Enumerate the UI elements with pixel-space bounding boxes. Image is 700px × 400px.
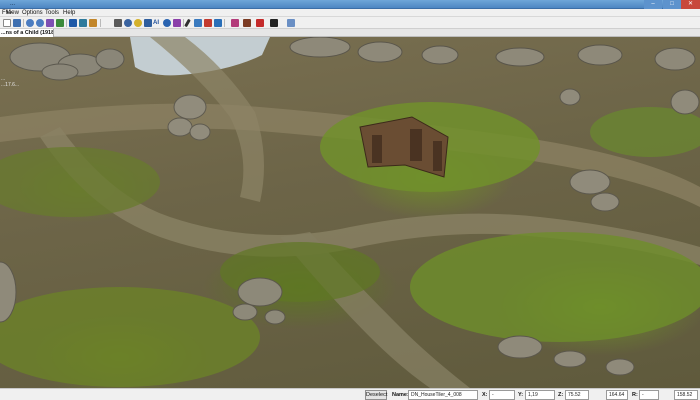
layer-icon[interactable] (89, 19, 97, 27)
viewport-stats: ... ...17.6... (1, 76, 19, 88)
3d-viewport[interactable]: ... ...17.6... (0, 37, 700, 388)
terrain-icon[interactable] (56, 19, 64, 27)
viewport-stat-line: ...17.6... (1, 82, 20, 88)
document-tab-strip: ...ns of a Child (1918x927) (0, 29, 700, 37)
shield-icon[interactable] (214, 19, 222, 27)
name-label: Name: (392, 392, 409, 398)
close-icon: ✕ (687, 1, 694, 7)
deselect-button[interactable]: Deselect (365, 390, 387, 400)
object-icon[interactable] (114, 19, 122, 27)
redo-icon[interactable] (36, 19, 44, 27)
cliff-ridge (289, 37, 696, 71)
toolbar-separator (23, 19, 24, 27)
grass-patch (410, 232, 700, 342)
grid-icon[interactable] (144, 19, 152, 27)
scale-field[interactable]: 164.64 (606, 390, 628, 400)
rock-cluster (9, 42, 125, 81)
settings-icon[interactable] (270, 19, 278, 27)
r-label: R: (632, 392, 638, 398)
menu-tools[interactable]: Tools (45, 9, 59, 17)
r-field[interactable]: - (639, 390, 659, 400)
v-field[interactable]: 158.52 (674, 390, 698, 400)
grass-patch (0, 287, 260, 387)
new-file-icon[interactable] (3, 19, 11, 27)
region-icon[interactable] (256, 19, 264, 27)
flag-icon[interactable] (204, 19, 212, 27)
fog-icon[interactable] (194, 19, 202, 27)
toolbar: AI (0, 17, 700, 29)
menu-view[interactable]: View (6, 9, 19, 17)
path-icon[interactable] (173, 19, 181, 27)
maximize-button[interactable]: □ (663, 0, 681, 9)
toolbar-separator (224, 19, 225, 27)
z-field[interactable]: 75.52 (565, 390, 589, 400)
title-bar: ... – □ ✕ (0, 0, 700, 9)
y-field[interactable]: 1,19 (525, 390, 555, 400)
select-icon[interactable] (69, 19, 77, 27)
maximize-icon: □ (670, 1, 674, 7)
zone-icon[interactable] (79, 19, 87, 27)
y-label: Y: (518, 392, 524, 398)
rubble-pile (232, 277, 286, 325)
minimize-button[interactable]: – (644, 0, 662, 9)
x-label: X: (482, 392, 488, 398)
light-icon[interactable] (163, 19, 171, 27)
close-button[interactable]: ✕ (681, 0, 700, 9)
person-icon[interactable] (231, 19, 239, 27)
ai-icon[interactable]: AI (153, 19, 161, 27)
paint-icon[interactable] (46, 19, 54, 27)
sound-icon[interactable] (124, 19, 132, 27)
monster-icon[interactable] (287, 19, 295, 27)
toolbar-separator (100, 19, 101, 27)
camera-icon[interactable] (134, 19, 142, 27)
document-tab[interactable]: ...ns of a Child (1918x927) (0, 29, 54, 37)
undo-icon[interactable] (26, 19, 34, 27)
status-bar: Deselect Name: DN_HouseTiler_4_008 X: - … (0, 388, 700, 400)
menu-help[interactable]: Help (63, 9, 75, 17)
chest-icon[interactable] (243, 19, 251, 27)
x-field[interactable]: - (489, 390, 515, 400)
grass-patch (590, 107, 700, 157)
brush-icon[interactable] (184, 18, 191, 28)
editor-window: ... – □ ✕ File View Options Tools Help A… (0, 0, 700, 400)
menu-options[interactable]: Options (22, 9, 43, 17)
window-title: ... (10, 1, 16, 7)
minimize-icon: – (651, 1, 655, 7)
terrain-scene (0, 37, 700, 388)
toolbar-separator (66, 19, 67, 27)
name-field[interactable]: DN_HouseTiler_4_008 (408, 390, 478, 400)
save-icon[interactable] (13, 19, 21, 27)
menu-bar: File View Options Tools Help (0, 9, 700, 17)
z-label: Z: (558, 392, 564, 398)
